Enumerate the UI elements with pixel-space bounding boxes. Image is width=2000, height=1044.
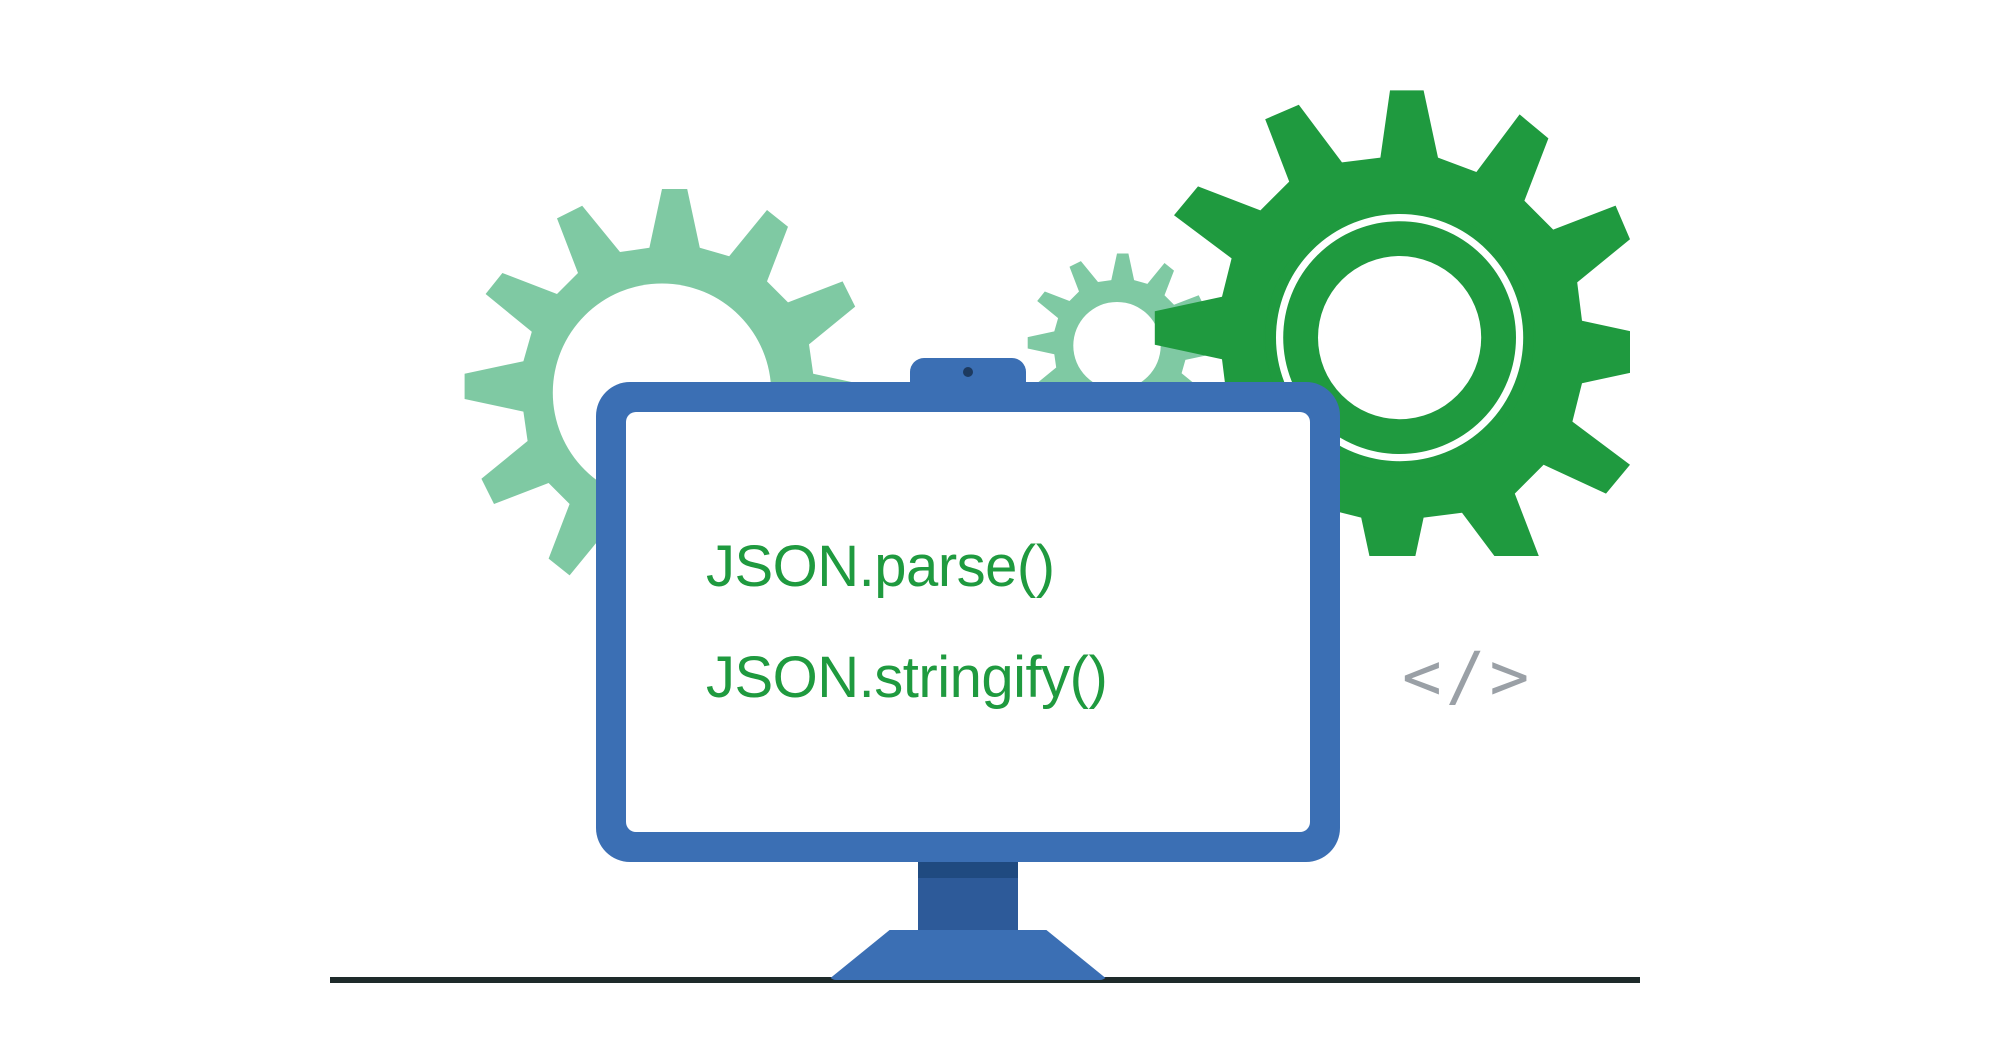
code-line-1: JSON.parse() [706, 533, 1055, 600]
monitor-stand [828, 930, 1108, 980]
monitor-neck-shadow [918, 860, 1018, 878]
code-line-2: JSON.stringify() [706, 644, 1107, 711]
monitor-screen: JSON.parse() JSON.stringify() [626, 412, 1310, 832]
code-brackets-icon: </> [1402, 638, 1533, 715]
monitor-bezel: JSON.parse() JSON.stringify() [596, 382, 1340, 862]
illustration-stage: JSON.parse() JSON.stringify() </> [0, 0, 2000, 1044]
